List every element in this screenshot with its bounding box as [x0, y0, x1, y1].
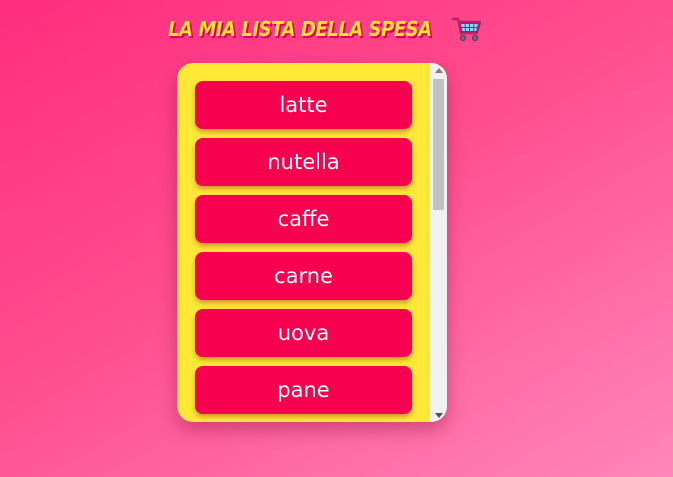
list-item[interactable]: latte: [195, 81, 412, 129]
scroll-down-arrow-icon[interactable]: [430, 408, 447, 422]
page-title: La mia lista della spesa: [168, 17, 432, 41]
list-item[interactable]: uova: [195, 309, 412, 357]
scroll-up-arrow-icon[interactable]: [430, 63, 447, 77]
list-item[interactable]: carne: [195, 252, 412, 300]
shopping-list-panel[interactable]: latte nutella caffe carne uova pane: [177, 63, 447, 422]
shopping-cart-icon: [451, 17, 482, 41]
scrollbar-thumb[interactable]: [433, 79, 444, 210]
list-item[interactable]: nutella: [195, 138, 412, 186]
vertical-scrollbar[interactable]: [430, 63, 447, 422]
list-item[interactable]: pane: [195, 366, 412, 414]
shopping-list: latte nutella caffe carne uova pane: [195, 81, 412, 422]
list-item[interactable]: caffe: [195, 195, 412, 243]
page-header: La mia lista della spesa: [168, 14, 483, 44]
